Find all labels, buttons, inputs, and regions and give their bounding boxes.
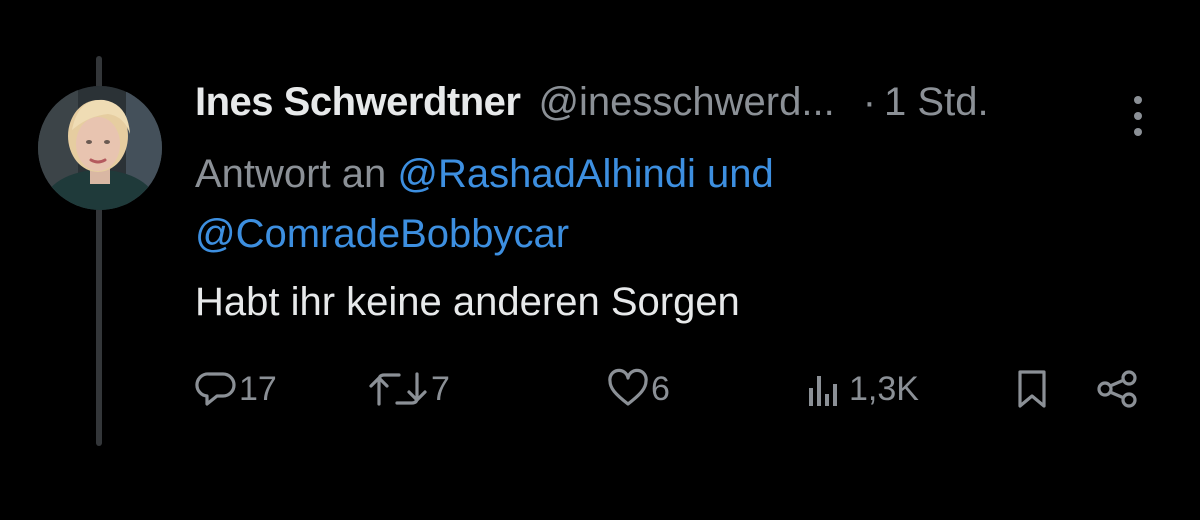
- reply-button[interactable]: 17: [195, 362, 277, 416]
- separator-dot: ·: [862, 80, 877, 124]
- tweet: Ines Schwerdtner @inesschwerd... · 1 Std…: [195, 80, 1155, 332]
- reply-context: Antwort an @RashadAlhindi und @ComradeBo…: [195, 144, 1155, 264]
- share-button[interactable]: [1095, 362, 1139, 416]
- share-icon: [1097, 370, 1137, 408]
- views-button[interactable]: 1,3K: [805, 362, 919, 416]
- like-count: 6: [651, 369, 670, 408]
- like-button[interactable]: 6: [607, 362, 670, 416]
- views-count: 1,3K: [849, 369, 919, 408]
- repost-icon: [369, 372, 427, 406]
- reply-icon: [195, 372, 236, 406]
- reply-count: 17: [239, 369, 277, 408]
- repost-button[interactable]: 7: [367, 362, 450, 416]
- tweet-text: Habt ihr keine anderen Sorgen: [195, 280, 740, 324]
- heart-icon: [608, 368, 648, 406]
- author-handle[interactable]: @inesschwerd...: [538, 80, 834, 125]
- reply-and-text: und: [707, 152, 774, 196]
- tweet-header: Ines Schwerdtner @inesschwerd... · 1 Std…: [195, 80, 1155, 140]
- bookmark-icon: [1018, 370, 1046, 408]
- more-button[interactable]: [1127, 92, 1149, 140]
- views-icon: [809, 376, 837, 406]
- bookmark-button[interactable]: [1015, 362, 1049, 416]
- mention-link-1[interactable]: @RashadAlhindi: [397, 152, 696, 196]
- mention-link-2[interactable]: @ComradeBobbycar: [195, 212, 569, 256]
- avatar[interactable]: [38, 86, 162, 210]
- tweet-timestamp[interactable]: 1 Std.: [884, 80, 989, 125]
- tweet-actions: 17 7 6 1,3K: [195, 362, 1155, 416]
- reply-prefix: Antwort an: [195, 152, 387, 196]
- author-name[interactable]: Ines Schwerdtner: [195, 80, 521, 125]
- profile-photo-icon: [38, 86, 162, 210]
- repost-count: 7: [431, 369, 450, 408]
- more-vertical-icon: [1134, 96, 1142, 136]
